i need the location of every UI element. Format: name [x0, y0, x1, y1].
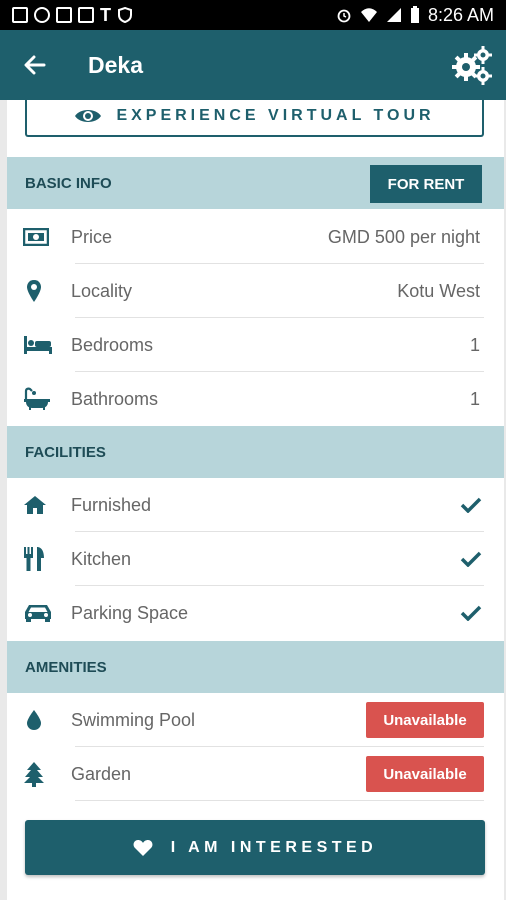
row-label: Locality — [71, 280, 133, 301]
basic-info-header: BASIC INFO FOR RENT — [7, 157, 504, 209]
alarm-icon — [337, 9, 351, 23]
eye-icon — [75, 109, 102, 122]
image-icon — [78, 7, 94, 23]
section-title: BASIC INFO — [25, 174, 112, 192]
row-label: Kitchen — [71, 548, 132, 569]
row-label: Parking Space — [71, 602, 189, 623]
row-value: GMD 500 per night — [327, 226, 480, 247]
row-label: Bedrooms — [71, 334, 154, 355]
bathtub-icon — [24, 387, 50, 410]
furnished-row: Furnished — [7, 478, 504, 532]
status-time: 8:26 AM — [427, 4, 494, 25]
bedrooms-row: Bedrooms 1 — [7, 318, 504, 372]
back-button[interactable] — [0, 30, 70, 100]
section-title: FACILITIES — [25, 443, 106, 461]
unavailable-badge: Unavailable — [366, 756, 484, 792]
image-icon — [56, 7, 72, 23]
location-pin-icon — [27, 280, 41, 302]
row-label: Price — [71, 226, 113, 247]
signal-icon — [386, 8, 401, 22]
cutlery-icon — [24, 547, 44, 571]
row-value: 1 — [469, 388, 480, 409]
status-bar: T 8:26 AM — [0, 0, 506, 30]
gallery-icon — [12, 7, 28, 23]
heart-icon — [133, 839, 153, 856]
kitchen-row: Kitchen — [7, 532, 504, 586]
bed-icon — [24, 336, 52, 354]
for-rent-badge: FOR RENT — [370, 165, 482, 203]
wifi-icon — [360, 8, 377, 22]
row-label: Garden — [71, 763, 132, 784]
check-icon — [460, 497, 482, 513]
swimming-pool-row: Swimming Pool Unavailable — [7, 693, 504, 747]
price-row: Price GMD 500 per night — [7, 210, 504, 264]
interested-label: I AM INTERESTED — [170, 838, 378, 856]
money-icon — [23, 228, 49, 246]
settings-icon — [34, 7, 50, 23]
property-details: EXPERIENCE VIRTUAL TOUR BASIC INFO FOR R… — [7, 100, 504, 900]
settings-button[interactable] — [436, 30, 506, 100]
section-title: AMENITIES — [25, 658, 107, 676]
garden-row: Garden Unavailable — [7, 747, 504, 801]
divider — [75, 800, 484, 801]
gears-icon — [452, 46, 492, 85]
tree-icon — [24, 762, 44, 787]
parking-space-row: Parking Space — [7, 586, 504, 640]
virtual-tour-button[interactable]: EXPERIENCE VIRTUAL TOUR — [25, 100, 484, 137]
home-icon — [24, 496, 46, 514]
shield-icon — [118, 7, 132, 23]
facilities-header: FACILITIES — [7, 426, 504, 478]
locality-row: Locality Kotu West — [7, 264, 504, 318]
status-bar-notifications: T — [12, 5, 133, 26]
car-icon — [25, 605, 51, 622]
row-label: Bathrooms — [71, 388, 159, 409]
bathrooms-row: Bathrooms 1 — [7, 372, 504, 426]
check-icon — [460, 605, 482, 621]
page-title: Deka — [88, 51, 143, 78]
battery-icon — [410, 6, 419, 23]
check-icon — [460, 551, 482, 567]
row-label: Swimming Pool — [71, 709, 196, 730]
row-label: Furnished — [71, 494, 152, 515]
t-mobile-icon: T — [100, 4, 111, 25]
row-value: 1 — [469, 334, 480, 355]
row-value: Kotu West — [397, 280, 480, 301]
interested-button[interactable]: I AM INTERESTED — [25, 820, 485, 875]
water-drop-icon — [27, 710, 41, 730]
app-bar: Deka — [0, 30, 506, 100]
arrow-left-icon — [24, 55, 46, 75]
unavailable-badge: Unavailable — [366, 702, 484, 738]
virtual-tour-label: EXPERIENCE VIRTUAL TOUR — [116, 106, 435, 124]
amenities-header: AMENITIES — [7, 641, 504, 693]
